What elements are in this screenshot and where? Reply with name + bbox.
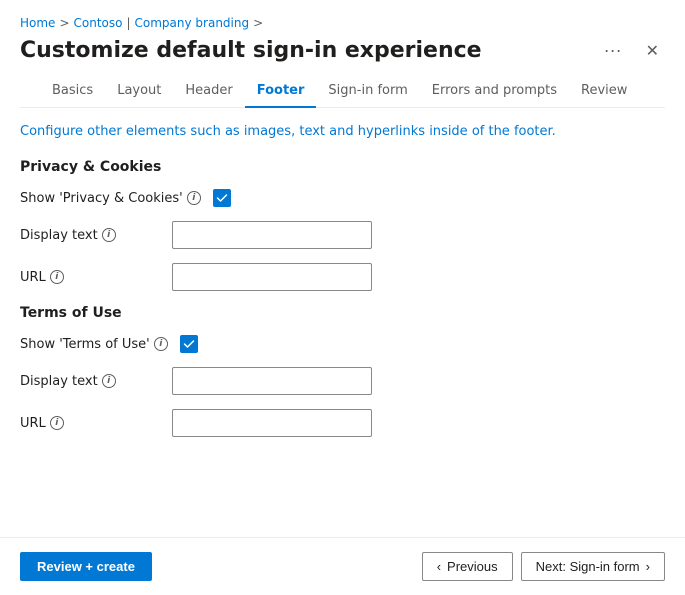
terms-url-label: URL i bbox=[20, 416, 160, 431]
panel-content: Configure other elements such as images,… bbox=[0, 108, 685, 537]
show-privacy-info-icon[interactable]: i bbox=[187, 191, 201, 205]
privacy-section-title: Privacy & Cookies bbox=[20, 159, 665, 175]
show-privacy-label: Show 'Privacy & Cookies' i bbox=[20, 191, 201, 206]
show-privacy-checkbox[interactable] bbox=[213, 189, 231, 207]
terms-url-row: URL i bbox=[20, 409, 665, 437]
terms-display-text-label: Display text i bbox=[20, 374, 160, 389]
tab-header[interactable]: Header bbox=[173, 75, 244, 108]
breadcrumb-sep2: | bbox=[126, 16, 130, 30]
breadcrumb: Home > Contoso | Company branding > bbox=[20, 16, 665, 30]
tab-layout[interactable]: Layout bbox=[105, 75, 173, 108]
ellipsis-button[interactable]: ··· bbox=[598, 38, 628, 63]
customize-panel: Home > Contoso | Company branding > Cust… bbox=[0, 0, 685, 595]
breadcrumb-sep1: > bbox=[59, 16, 69, 30]
checkmark-icon bbox=[216, 192, 228, 204]
privacy-url-row: URL i bbox=[20, 263, 665, 291]
privacy-display-text-row: Display text i bbox=[20, 221, 665, 249]
close-button[interactable]: ✕ bbox=[640, 39, 665, 63]
terms-url-info-icon[interactable]: i bbox=[50, 416, 64, 430]
breadcrumb-company-branding[interactable]: Company branding bbox=[135, 16, 250, 30]
terms-display-text-row: Display text i bbox=[20, 367, 665, 395]
privacy-url-input[interactable] bbox=[172, 263, 372, 291]
show-terms-checkbox[interactable] bbox=[180, 335, 198, 353]
terms-url-input[interactable] bbox=[172, 409, 372, 437]
panel-footer: Review + create ‹ Previous Next: Sign-in… bbox=[0, 537, 685, 595]
previous-label: Previous bbox=[447, 559, 498, 574]
show-privacy-row: Show 'Privacy & Cookies' i bbox=[20, 189, 665, 207]
terms-display-text-info-icon[interactable]: i bbox=[102, 374, 116, 388]
previous-button[interactable]: ‹ Previous bbox=[422, 552, 513, 581]
footer-right-buttons: ‹ Previous Next: Sign-in form › bbox=[422, 552, 665, 581]
privacy-cookies-section: Privacy & Cookies Show 'Privacy & Cookie… bbox=[20, 159, 665, 291]
next-button[interactable]: Next: Sign-in form › bbox=[521, 552, 665, 581]
privacy-display-text-input[interactable] bbox=[172, 221, 372, 249]
privacy-display-text-info-icon[interactable]: i bbox=[102, 228, 116, 242]
title-actions: ··· ✕ bbox=[598, 38, 665, 63]
show-terms-label: Show 'Terms of Use' i bbox=[20, 337, 168, 352]
breadcrumb-sep3: > bbox=[253, 16, 263, 30]
terms-section-title: Terms of Use bbox=[20, 305, 665, 321]
tab-review[interactable]: Review bbox=[569, 75, 639, 108]
tab-signin-form[interactable]: Sign-in form bbox=[316, 75, 419, 108]
privacy-url-info-icon[interactable]: i bbox=[50, 270, 64, 284]
terms-display-text-input[interactable] bbox=[172, 367, 372, 395]
tab-footer[interactable]: Footer bbox=[245, 75, 317, 108]
show-privacy-checkbox-container bbox=[213, 189, 231, 207]
tab-errors-prompts[interactable]: Errors and prompts bbox=[420, 75, 569, 108]
tab-basics[interactable]: Basics bbox=[40, 75, 105, 108]
review-create-button[interactable]: Review + create bbox=[20, 552, 152, 581]
privacy-display-text-label: Display text i bbox=[20, 228, 160, 243]
terms-of-use-section: Terms of Use Show 'Terms of Use' i Disp bbox=[20, 305, 665, 437]
privacy-url-label: URL i bbox=[20, 270, 160, 285]
breadcrumb-contoso[interactable]: Contoso bbox=[74, 16, 123, 30]
title-row: Customize default sign-in experience ···… bbox=[20, 38, 665, 63]
panel-header: Home > Contoso | Company branding > Cust… bbox=[0, 0, 685, 108]
page-title: Customize default sign-in experience bbox=[20, 38, 482, 63]
show-terms-checkbox-container bbox=[180, 335, 198, 353]
tab-nav: Basics Layout Header Footer Sign-in form… bbox=[20, 75, 665, 108]
chevron-left-icon: ‹ bbox=[437, 559, 441, 574]
show-terms-info-icon[interactable]: i bbox=[154, 337, 168, 351]
terms-checkmark-icon bbox=[183, 338, 195, 350]
show-terms-row: Show 'Terms of Use' i bbox=[20, 335, 665, 353]
next-label: Next: Sign-in form bbox=[536, 559, 640, 574]
breadcrumb-home[interactable]: Home bbox=[20, 16, 55, 30]
chevron-right-icon: › bbox=[646, 559, 650, 574]
info-text: Configure other elements such as images,… bbox=[20, 124, 665, 139]
